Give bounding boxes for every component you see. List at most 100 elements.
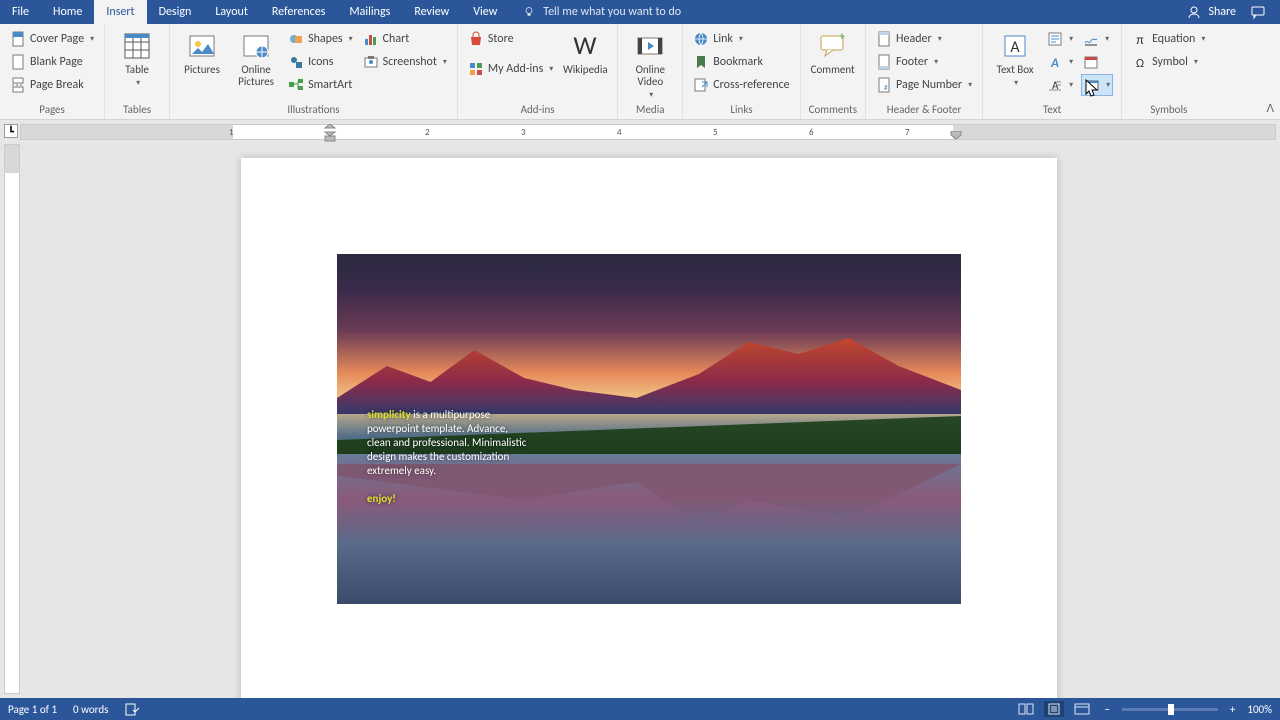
comment-button[interactable]: + Comment [809,28,857,78]
header-button[interactable]: Header [874,28,974,50]
drop-cap-button[interactable]: A [1045,74,1075,96]
print-layout-button[interactable] [1044,701,1064,717]
footer-button[interactable]: Footer [874,51,974,73]
comments-pane-icon[interactable] [1250,4,1266,20]
tab-design[interactable]: Design [147,0,204,24]
blank-page-icon [10,54,26,70]
date-time-button[interactable] [1081,51,1113,73]
textbox-button[interactable]: A Text Box [991,28,1039,90]
word-count[interactable]: 0 words [73,703,108,716]
icons-button[interactable]: Icons [286,51,355,73]
symbol-button[interactable]: Ω Symbol [1130,51,1207,73]
header-label: Header [896,32,932,46]
group-addins-label: Add-ins [466,102,609,117]
tab-mailings[interactable]: Mailings [337,0,402,24]
tab-references[interactable]: References [260,0,338,24]
page[interactable]: simplicity is a multipurpose powerpoint … [241,158,1057,698]
svg-text:Ω: Ω [1136,57,1144,70]
menu-bar: File Home Insert Design Layout Reference… [0,0,1280,24]
page-break-icon [10,77,26,93]
icons-label: Icons [308,55,333,69]
group-links-label: Links [691,102,791,117]
smartart-icon [288,77,304,93]
textbox-label: Text Box [997,64,1034,76]
tab-layout[interactable]: Layout [203,0,260,24]
tab-view[interactable]: View [461,0,509,24]
my-addins-button[interactable]: My Add-ins [466,58,555,80]
online-video-button[interactable]: Online Video [626,28,674,102]
zoom-out-button[interactable]: − [1100,703,1113,716]
share-label: Share [1208,5,1236,19]
shapes-button[interactable]: Shapes [286,28,355,50]
online-video-icon [634,30,666,62]
shapes-icon [288,31,304,47]
right-indent-marker-icon[interactable] [949,131,963,141]
tab-home[interactable]: Home [41,0,94,24]
table-button[interactable]: Table [113,28,161,90]
header-icon [876,31,892,47]
link-button[interactable]: Link [691,28,791,50]
equation-label: Equation [1152,32,1195,46]
tab-file[interactable]: File [0,0,41,24]
object-button[interactable] [1081,74,1113,96]
vertical-ruler[interactable] [4,144,20,694]
zoom-in-button[interactable]: + [1226,703,1239,716]
my-addins-label: My Add-ins [488,62,543,76]
status-bar: Page 1 of 1 0 words − + 100% [0,698,1280,720]
page-count[interactable]: Page 1 of 1 [8,703,57,716]
tab-insert[interactable]: Insert [94,0,146,24]
indent-marker-icon[interactable] [323,124,337,142]
collapse-ribbon-button[interactable]: ᐱ [1266,102,1274,115]
symbol-icon: Ω [1132,54,1148,70]
zoom-level[interactable]: 100% [1247,703,1272,716]
chart-button[interactable]: Chart [361,28,449,50]
tab-selector[interactable]: ┗ [4,124,18,138]
screenshot-button[interactable]: Screenshot [361,51,449,73]
signature-line-button[interactable] [1081,28,1113,50]
symbol-label: Symbol [1152,55,1188,69]
page-break-button[interactable]: Page Break [8,74,96,96]
store-button[interactable]: Store [466,28,555,50]
quick-parts-icon [1047,31,1063,47]
web-layout-button[interactable] [1072,701,1092,717]
table-label: Table [125,64,149,76]
equation-button[interactable]: πEquation [1130,28,1207,50]
group-media: Online Video Media [618,24,683,119]
pictures-icon [186,30,218,62]
bookmark-label: Bookmark [713,55,763,69]
tab-review[interactable]: Review [402,0,461,24]
zoom-slider[interactable] [1122,708,1218,711]
my-addins-icon [468,61,484,77]
online-pictures-label: Online Pictures [236,64,276,88]
read-mode-button[interactable] [1016,701,1036,717]
page-number-button[interactable]: # Page Number [874,74,974,96]
ruler-tick-2: 2 [425,127,430,138]
cover-page-icon [10,31,26,47]
date-time-icon [1083,54,1099,70]
blank-page-button[interactable]: Blank Page [8,51,96,73]
link-label: Link [713,32,733,46]
shapes-label: Shapes [308,32,343,46]
cover-page-button[interactable]: Cover Page [8,28,96,50]
pictures-button[interactable]: Pictures [178,28,226,78]
smartart-button[interactable]: SmartArt [286,74,355,96]
online-pictures-icon [240,30,272,62]
horizontal-ruler[interactable]: 1 2 3 4 5 6 7 [20,124,1276,140]
online-pictures-button[interactable]: Online Pictures [232,28,280,90]
ruler-tick-3: 3 [521,127,526,138]
chart-icon [363,31,379,47]
cross-reference-button[interactable]: Cross-reference [691,74,791,96]
wikipedia-button[interactable]: W Wikipedia [561,28,609,78]
tell-me-search[interactable]: Tell me what you want to do [521,4,681,20]
wordart-button[interactable]: A [1045,51,1075,73]
group-header-footer: Header Footer #Page Number Header & Foot… [866,24,983,119]
inserted-image[interactable]: simplicity is a multipurpose powerpoint … [337,254,961,604]
quick-parts-button[interactable] [1045,28,1075,50]
table-icon [121,30,153,62]
share-button[interactable]: Share [1186,4,1236,20]
document-scroll[interactable]: simplicity is a multipurpose powerpoint … [22,144,1276,698]
page-number-icon: # [876,77,892,93]
spellcheck-icon[interactable] [124,701,140,717]
pagenum-label: Page Number [896,78,962,92]
bookmark-button[interactable]: Bookmark [691,51,791,73]
